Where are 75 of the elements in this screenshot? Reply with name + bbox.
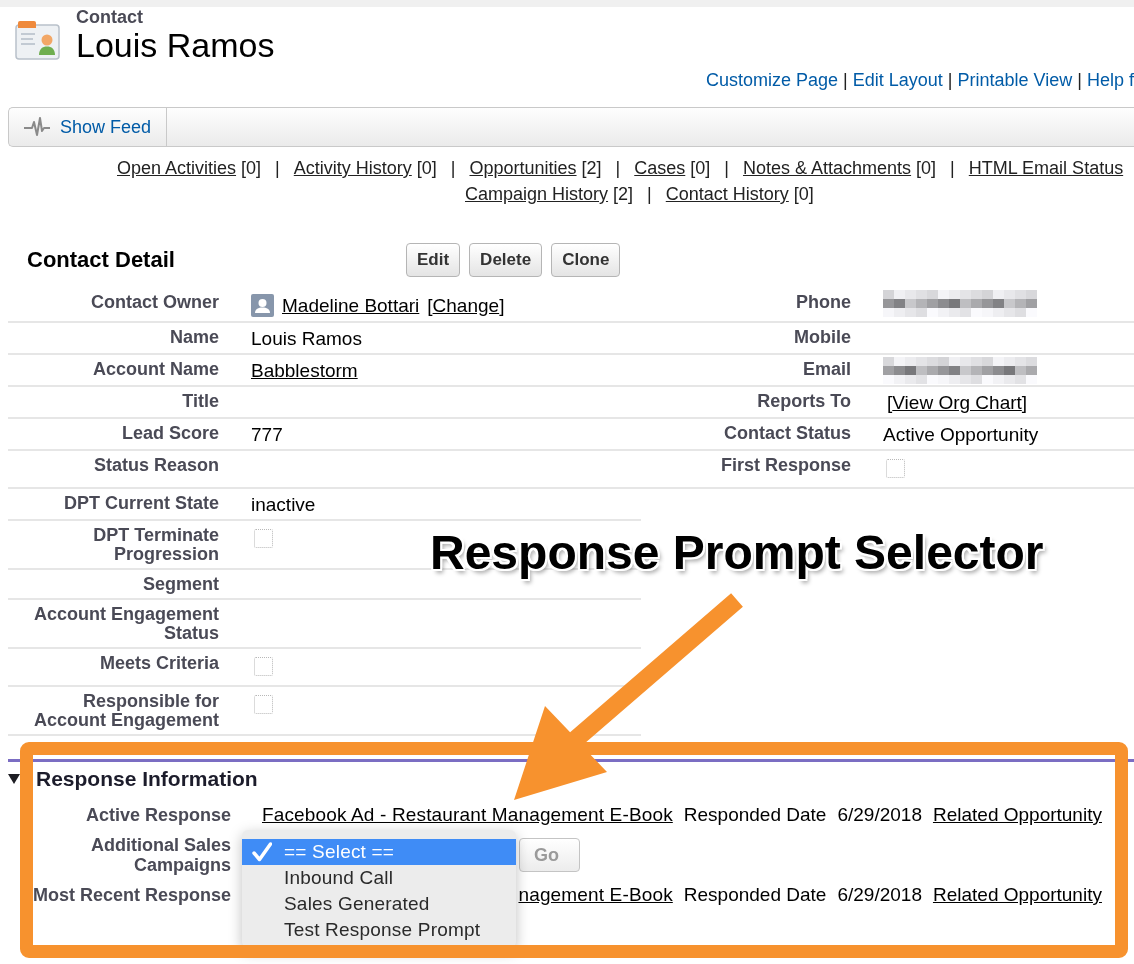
response-link[interactable]: nagement E-Book bbox=[518, 884, 673, 905]
link-separator: | bbox=[1077, 69, 1082, 91]
response-link[interactable]: Facebook Ad - Restaurant Management E-Book bbox=[262, 804, 673, 825]
field-label: Reports To bbox=[757, 391, 851, 411]
page-link[interactable]: Customize Page bbox=[706, 69, 839, 91]
related-opportunity-link[interactable]: Related Opportunity bbox=[932, 884, 1102, 905]
field-label: Contact Owner bbox=[91, 292, 219, 312]
field-label: Additional Sales Campaigns bbox=[90, 835, 231, 875]
link-separator: | bbox=[647, 183, 652, 206]
contact-card-icon bbox=[14, 18, 62, 62]
date-value: 6/29/2018 bbox=[837, 805, 922, 825]
date-caption: Responded Date bbox=[683, 885, 827, 905]
field-label: DPT Terminate Progression bbox=[93, 525, 219, 564]
related-list-link[interactable]: Cases [0] bbox=[634, 155, 711, 181]
link-separator: | bbox=[724, 157, 729, 180]
field-value: 777 bbox=[251, 424, 283, 445]
field-value: Active Opportunity bbox=[883, 424, 1039, 445]
link-separator: | bbox=[843, 69, 848, 91]
field-value: inactive bbox=[251, 494, 316, 515]
field-value: Louis Ramos bbox=[251, 328, 362, 349]
field-label: Contact Status bbox=[724, 423, 851, 443]
object-type-label: Contact bbox=[76, 7, 144, 26]
link-separator: | bbox=[947, 69, 953, 91]
action-button[interactable]: Clone bbox=[551, 243, 621, 277]
related-list-link[interactable]: Contact History [0] bbox=[665, 181, 814, 207]
org-chart-link[interactable]: [View Org Chart] bbox=[887, 392, 1028, 413]
related-list-link[interactable]: Opportunities [2] bbox=[469, 155, 602, 181]
field-label: Meets Criteria bbox=[99, 653, 219, 673]
page-link[interactable]: Help f bbox=[1086, 69, 1134, 91]
show-feed-button[interactable]: Show Feed bbox=[9, 108, 168, 146]
action-button[interactable]: Edit bbox=[406, 243, 461, 277]
annotation-text: Response Prompt Selector bbox=[430, 525, 1044, 581]
field-label: Mobile bbox=[794, 327, 851, 347]
field-label: Responsible for Account Engagement bbox=[33, 691, 219, 730]
field-label: Email bbox=[802, 359, 851, 379]
related-list-link[interactable]: HTML Email Status bbox=[968, 155, 1124, 181]
field-link[interactable]: Babblestorm bbox=[251, 360, 358, 381]
date-value: 6/29/2018 bbox=[837, 885, 922, 905]
section-title: Response Information bbox=[36, 767, 258, 791]
check-icon bbox=[252, 842, 272, 862]
change-link[interactable]: [Change] bbox=[427, 294, 505, 316]
field-label: Account Name bbox=[92, 359, 219, 379]
link-separator: | bbox=[615, 157, 621, 180]
dropdown-option[interactable]: Test Response Prompt bbox=[242, 917, 516, 943]
field-label: Active Response bbox=[85, 805, 231, 825]
section-title: Contact Detail bbox=[26, 247, 176, 273]
related-list-link[interactable]: Activity History [0] bbox=[293, 155, 437, 181]
dropdown-option[interactable]: Inbound Call bbox=[242, 865, 516, 891]
field-label: Name bbox=[169, 327, 219, 347]
page-link[interactable]: Edit Layout bbox=[852, 69, 943, 91]
field-label: Status Reason bbox=[93, 455, 219, 475]
field-label: Phone bbox=[796, 292, 851, 312]
field-label: Title bbox=[182, 391, 219, 411]
field-label: First Response bbox=[720, 455, 851, 475]
record-title: Louis Ramos bbox=[76, 26, 275, 64]
dropdown-option[interactable]: Sales Generated bbox=[242, 891, 516, 917]
related-list-link[interactable]: Notes & Attachments [0] bbox=[743, 155, 937, 181]
field-label: Account Engagement Status bbox=[33, 604, 219, 643]
related-list-link[interactable]: Campaign History [2] bbox=[465, 181, 634, 207]
field-label: Most Recent Response bbox=[32, 885, 231, 905]
related-list-link[interactable]: Open Activities [0] bbox=[117, 155, 262, 181]
link-separator: | bbox=[275, 157, 280, 180]
link-separator: | bbox=[450, 157, 456, 180]
owner-link[interactable]: Madeline Bottari bbox=[282, 294, 420, 316]
page-link[interactable]: Printable View bbox=[957, 69, 1073, 91]
link-separator: | bbox=[950, 157, 955, 180]
field-label: Lead Score bbox=[121, 423, 219, 443]
field-label: Segment bbox=[142, 574, 219, 594]
field-label: DPT Current State bbox=[63, 493, 219, 513]
action-button[interactable]: Delete bbox=[469, 243, 543, 277]
disclosure-triangle-icon[interactable] bbox=[8, 774, 20, 784]
related-opportunity-link[interactable]: Related Opportunity bbox=[932, 804, 1102, 825]
pulse-icon bbox=[24, 117, 50, 137]
user-avatar-icon bbox=[251, 293, 274, 317]
date-caption: Responded Date bbox=[683, 805, 827, 825]
